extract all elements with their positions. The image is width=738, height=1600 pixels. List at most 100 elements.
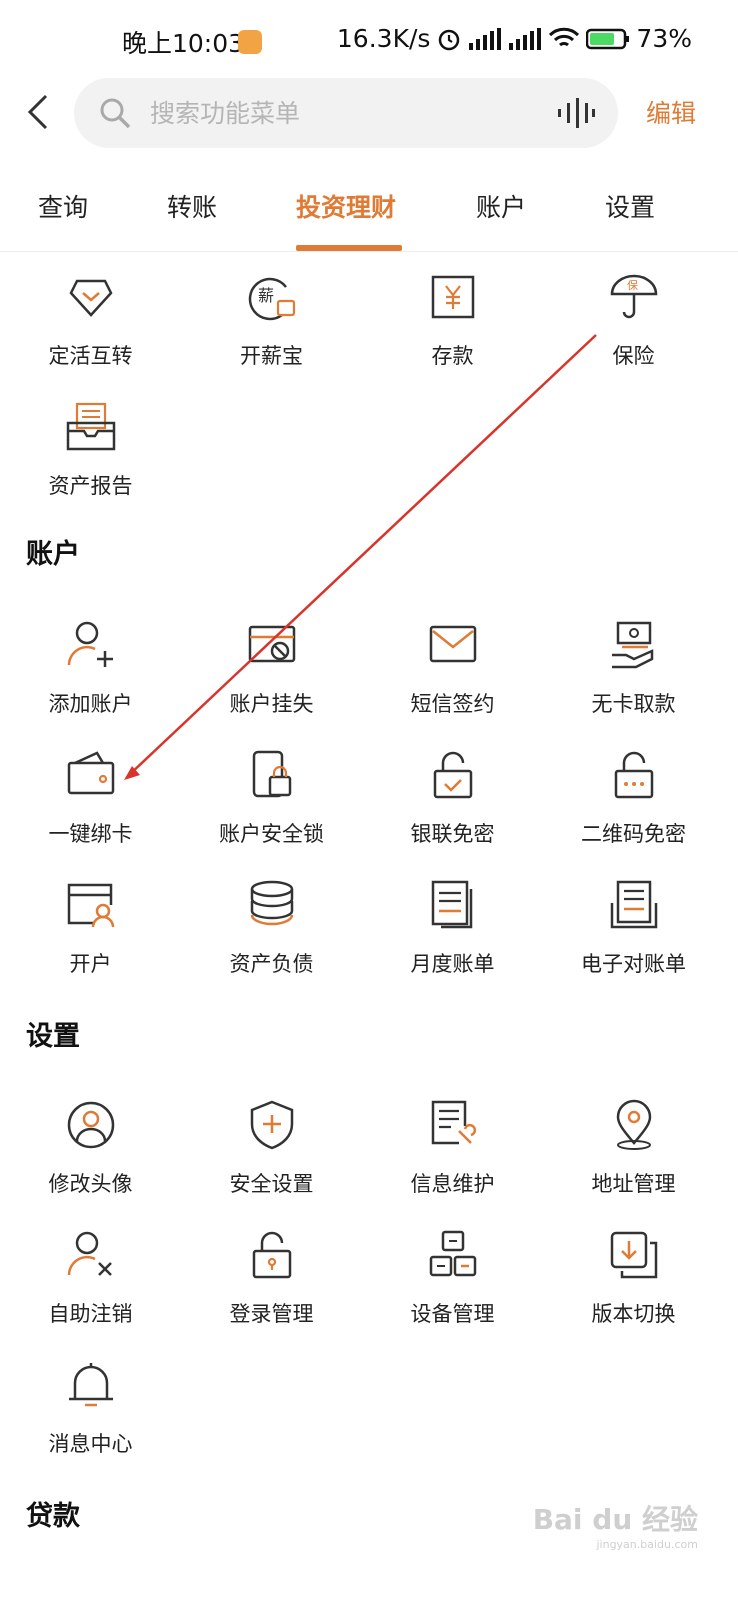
- envelope-icon: [429, 625, 476, 663]
- section-title-account: 账户: [26, 539, 80, 570]
- status-bar: 晚上10:03 16.3K/s 73%: [0, 0, 738, 84]
- menu-item-deposit[interactable]: 存款: [362, 252, 543, 382]
- card-lost-icon: [248, 625, 295, 663]
- status-indicators: 16.3K/s 73%: [337, 24, 692, 53]
- search-header: 编辑: [0, 76, 738, 148]
- yuan-icon: [431, 275, 474, 319]
- menu-item-label: 添加账户: [48, 692, 133, 716]
- search-icon: [100, 98, 131, 129]
- wifi-icon: [549, 27, 580, 46]
- menu-item-label: 存款: [431, 344, 474, 368]
- user-x-icon: [67, 1231, 112, 1276]
- bell-icon: [68, 1363, 113, 1407]
- menu-item-label: 修改头像: [48, 1172, 133, 1196]
- category-tabs: 查询 转账 投资理财 账户 设置: [0, 176, 738, 252]
- menu-item-label: 月度账单: [410, 952, 495, 976]
- menu-item-add-account[interactable]: 添加账户: [0, 600, 181, 730]
- menu-item-insurance[interactable]: 保 保险: [543, 252, 724, 382]
- umbrella-icon: 保: [610, 274, 657, 319]
- phone-lock-icon: [252, 750, 291, 798]
- menu-item-label: 设备管理: [410, 1302, 495, 1326]
- svg-text:薪: 薪: [258, 286, 274, 305]
- menu-item-label: 短信签约: [410, 692, 495, 716]
- devices-icon: [429, 1230, 476, 1277]
- menu-item-e-statement[interactable]: 电子对账单: [543, 860, 724, 990]
- menu-item-label: 消息中心: [48, 1432, 133, 1456]
- wallet-icon: [67, 751, 114, 795]
- voice-icon[interactable]: [556, 98, 596, 128]
- menu-item-unionpay-password-free[interactable]: 银联免密: [362, 730, 543, 860]
- report-icon: [66, 402, 115, 451]
- tab-account[interactable]: 账户: [476, 188, 526, 224]
- padlock-icon: [252, 1231, 291, 1279]
- menu-item-label: 账户安全锁: [219, 822, 324, 846]
- network-speed: 16.3K/s: [336, 24, 431, 53]
- menu-item-label: 保险: [612, 344, 655, 368]
- menu-item-cardless-withdrawal[interactable]: 无卡取款: [543, 600, 724, 730]
- menu-item-security-settings[interactable]: 安全设置: [181, 1080, 362, 1210]
- menu-item-version-switch[interactable]: 版本切换: [543, 1210, 724, 1340]
- menu-item-label: 版本切换: [591, 1302, 676, 1326]
- menu-item-label: 银联免密: [410, 822, 495, 846]
- tab-settings[interactable]: 设置: [605, 188, 655, 224]
- menu-item-login-management[interactable]: 登录管理: [181, 1210, 362, 1340]
- menu-item-label: 账户挂失: [229, 692, 314, 716]
- menu-item-one-click-bind-card[interactable]: 一键绑卡: [0, 730, 181, 860]
- menu-item-label: 登录管理: [229, 1302, 314, 1326]
- menu-item-label: 开薪宝: [240, 344, 303, 368]
- shield-plus-icon: [250, 1100, 293, 1150]
- chevron-left-icon: [27, 94, 48, 130]
- download-icon: [610, 1231, 657, 1279]
- diamond-icon: [68, 279, 113, 317]
- open-account-icon: [67, 883, 114, 928]
- menu-item-account-security-lock[interactable]: 账户安全锁: [181, 730, 362, 860]
- menu-item-fixed-current-transfer[interactable]: 定活互转: [0, 252, 181, 382]
- svg-text:保: 保: [627, 278, 638, 292]
- menu-item-report-lost[interactable]: 账户挂失: [181, 600, 362, 730]
- unlock-check-icon: [433, 751, 472, 799]
- menu-item-sms-sign[interactable]: 短信签约: [362, 600, 543, 730]
- tab-investment[interactable]: 投资理财: [296, 188, 396, 224]
- menu-item-assets-liabilities[interactable]: 资产负债: [181, 860, 362, 990]
- menu-item-open-account[interactable]: 开户: [0, 860, 181, 990]
- menu-item-asset-report[interactable]: 资产报告: [0, 382, 181, 512]
- unlock-dots-icon: [614, 751, 653, 799]
- hd-signal-icon: [509, 27, 542, 50]
- avatar-icon: [67, 1101, 114, 1149]
- settings-grid: 修改头像 安全设置 信息维护 地址管理 自助注销 登录管理 设备管理 版本切换 …: [0, 1080, 738, 1470]
- search-box[interactable]: [74, 78, 618, 148]
- active-tab-indicator: [296, 245, 402, 251]
- menu-item-info-maintenance[interactable]: 信息维护: [362, 1080, 543, 1210]
- back-button[interactable]: [18, 88, 58, 136]
- watermark-sub: jingyan.baidu.com: [596, 1538, 698, 1551]
- menu-item-monthly-bill[interactable]: 月度账单: [362, 860, 543, 990]
- search-input[interactable]: [150, 90, 530, 136]
- edit-button[interactable]: 编辑: [646, 94, 696, 130]
- tab-query[interactable]: 查询: [38, 188, 88, 224]
- menu-item-self-deregister[interactable]: 自助注销: [0, 1210, 181, 1340]
- menu-item-device-management[interactable]: 设备管理: [362, 1210, 543, 1340]
- menu-item-label: 安全设置: [229, 1172, 314, 1196]
- signal-icon: [469, 27, 502, 50]
- watermark-text: Bai du 经验: [532, 1503, 698, 1536]
- location-icon: [616, 1099, 651, 1150]
- invest-grid: 定活互转 薪 开薪宝 存款 保 保险 资产报告: [0, 252, 738, 512]
- menu-item-label: 二维码免密: [581, 822, 686, 846]
- section-title-loan: 贷款: [26, 1501, 80, 1532]
- menu-item-address-management[interactable]: 地址管理: [543, 1080, 724, 1210]
- menu-item-change-avatar[interactable]: 修改头像: [0, 1080, 181, 1210]
- salary-icon: 薪: [248, 277, 295, 321]
- database-icon: [250, 880, 293, 926]
- menu-item-salary-treasure[interactable]: 薪 开薪宝: [181, 252, 362, 382]
- menu-item-message-center[interactable]: 消息中心: [0, 1340, 181, 1470]
- menu-item-label: 开户: [69, 952, 112, 976]
- menu-item-label: 无卡取款: [591, 692, 676, 716]
- menu-item-label: 资产负债: [229, 952, 314, 976]
- status-time: 晚上10:03: [122, 29, 245, 58]
- section-title-settings: 设置: [26, 1021, 80, 1052]
- menu-item-label: 地址管理: [591, 1172, 676, 1196]
- battery-level: 73%: [636, 24, 692, 53]
- cash-hand-icon: [611, 621, 653, 669]
- tab-transfer[interactable]: 转账: [167, 188, 217, 224]
- menu-item-qrcode-password-free[interactable]: 二维码免密: [543, 730, 724, 860]
